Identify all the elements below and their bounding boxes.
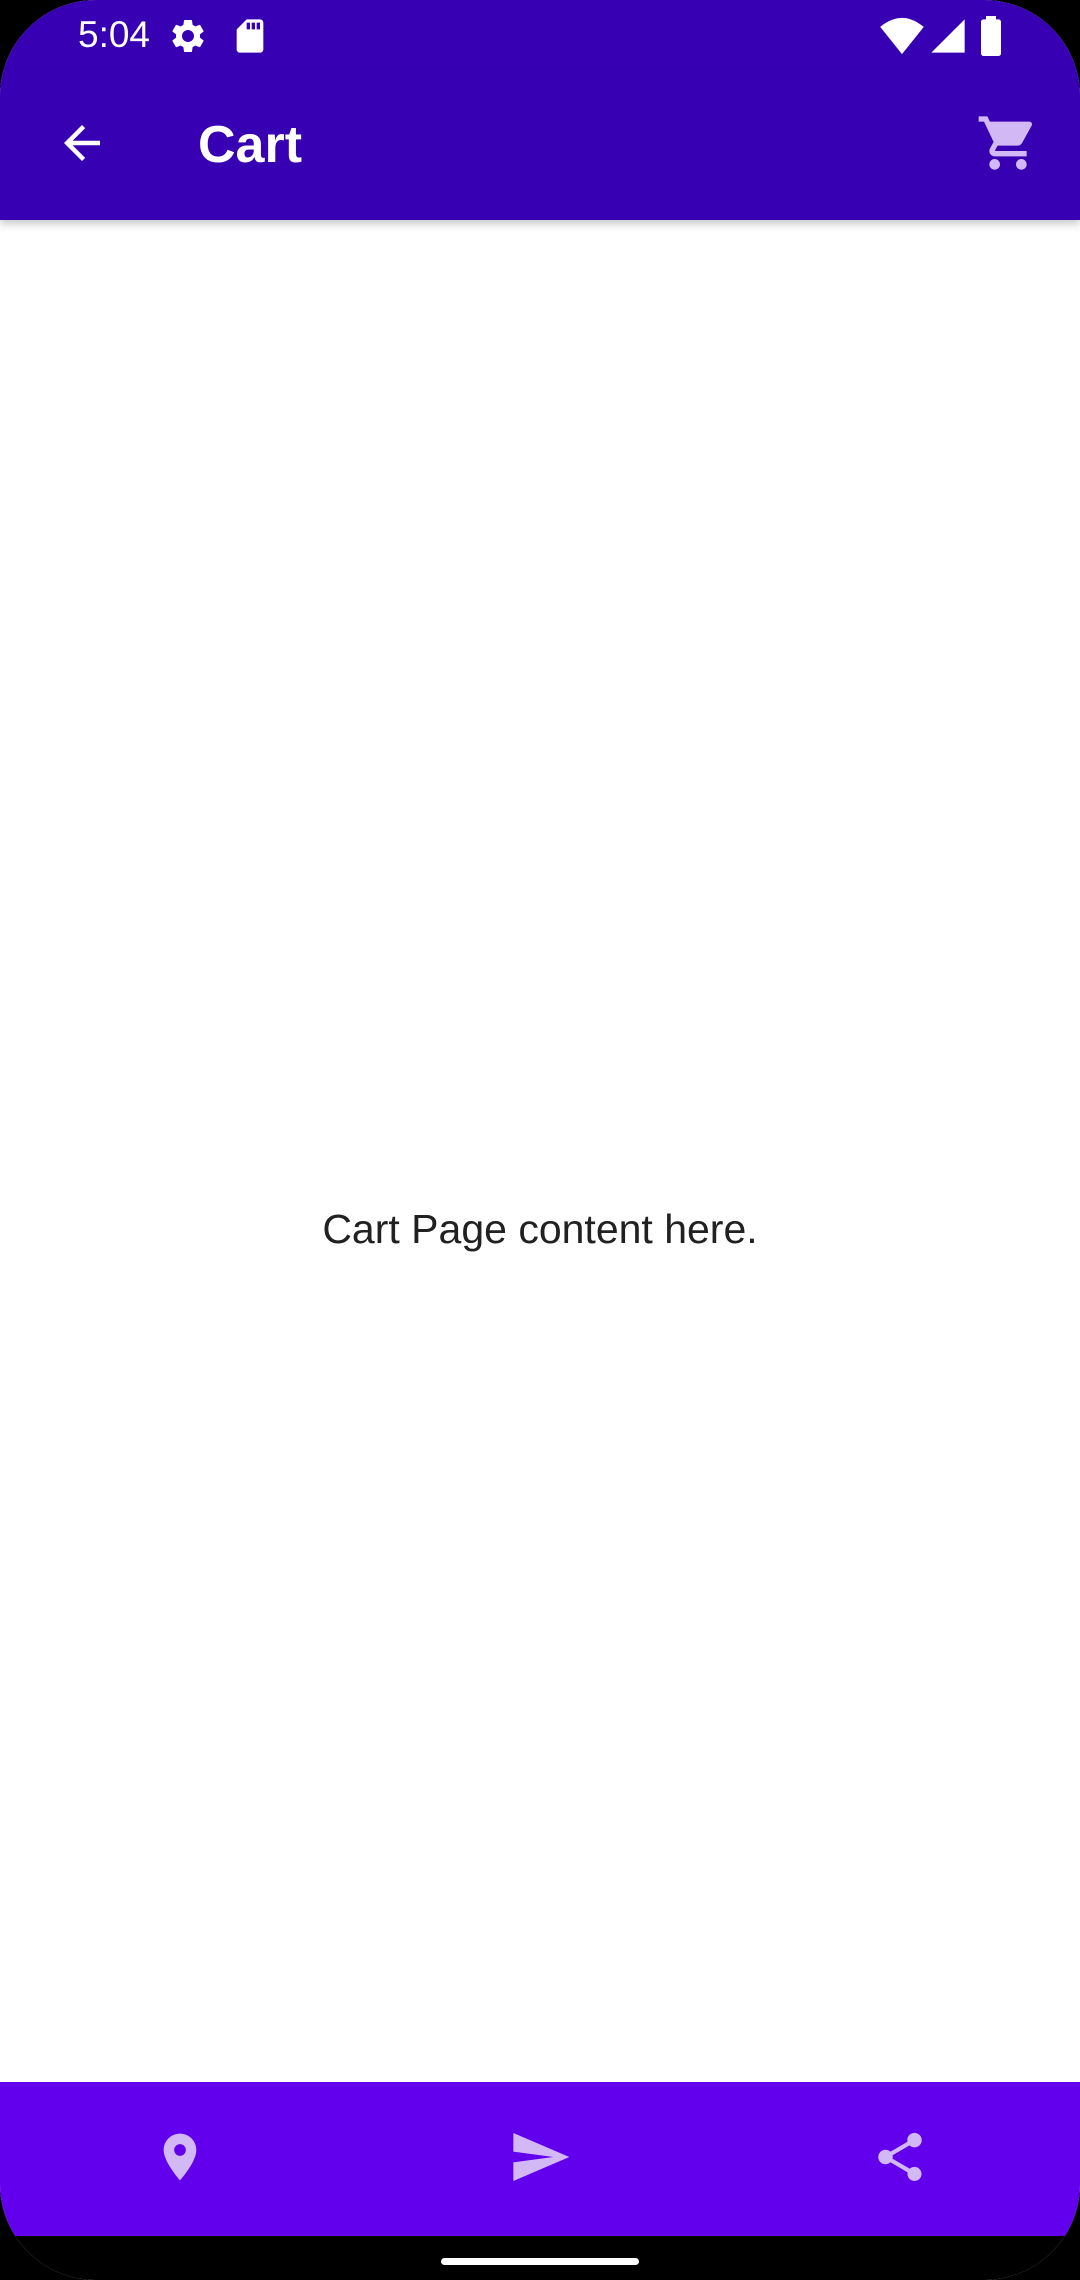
settings-icon: [168, 16, 208, 56]
bottom-nav-send[interactable]: [360, 2082, 720, 2236]
location-pin-icon: [152, 2129, 208, 2190]
sd-card-icon: [230, 16, 270, 56]
app-bar: Cart: [0, 70, 1080, 220]
home-gesture-handle[interactable]: [441, 2258, 639, 2265]
status-time: 5:04: [78, 14, 151, 55]
content-placeholder-text: Cart Page content here.: [322, 1206, 758, 1252]
status-bar: 5:04: [0, 0, 1080, 70]
send-icon: [508, 2125, 572, 2194]
arrow-back-icon: [55, 116, 109, 175]
bottom-nav-share[interactable]: [720, 2082, 1080, 2236]
cart-button[interactable]: [966, 103, 1050, 187]
shopping-cart-icon: [976, 111, 1040, 180]
share-icon: [871, 2128, 929, 2191]
wifi-icon: [880, 16, 924, 56]
main-content: Cart Page content here.: [0, 220, 1080, 2082]
cellular-signal-icon: [928, 16, 968, 56]
page-title: Cart: [198, 116, 303, 174]
bottom-nav-location[interactable]: [0, 2082, 360, 2236]
back-button[interactable]: [40, 103, 124, 187]
bottom-navigation: [0, 2082, 1080, 2236]
battery-icon: [976, 16, 1006, 56]
app-screen: 5:04 Cart Cart Page content here.: [0, 0, 1080, 2280]
gesture-nav-bar: [0, 2236, 1080, 2280]
